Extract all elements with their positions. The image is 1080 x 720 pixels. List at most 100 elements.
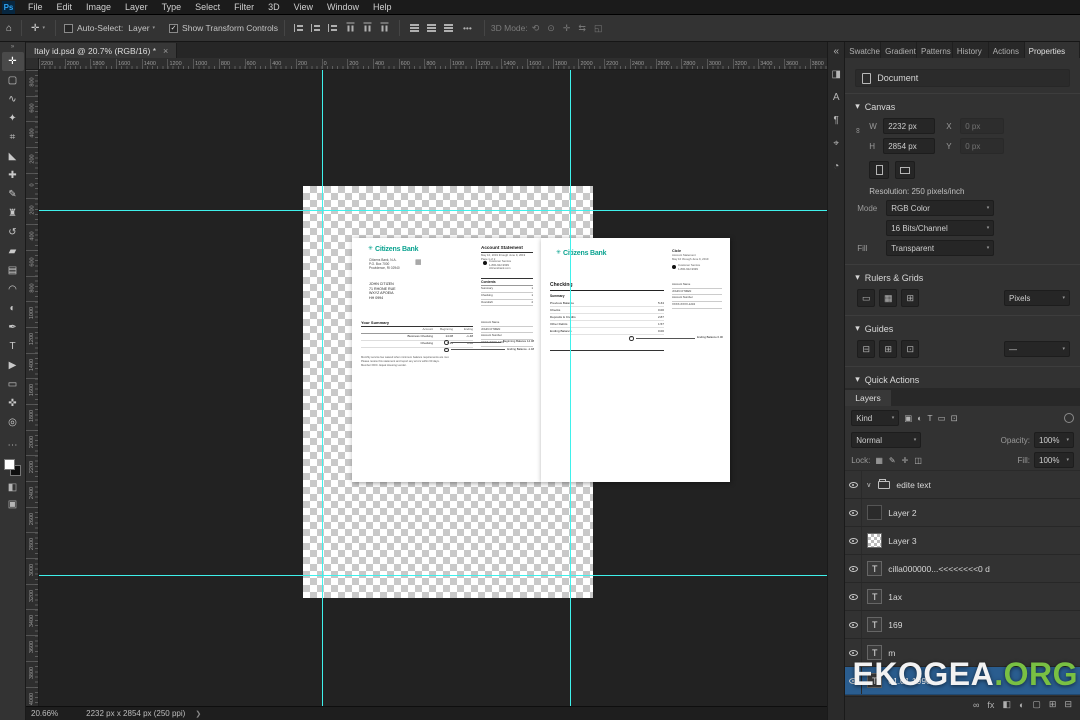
link-layers-icon[interactable]: ∞ (973, 700, 979, 710)
menu-item[interactable]: Filter (227, 0, 261, 15)
screen-mode-icon[interactable]: ▣ (8, 499, 17, 510)
rulers-toggle-icon[interactable]: ▭ (857, 289, 876, 307)
move-tool[interactable]: ✛ (1, 52, 24, 71)
3d-pan-icon[interactable]: ✛ (563, 23, 571, 34)
color-mode-dropdown[interactable]: RGB Color ▾ (886, 200, 995, 216)
layer-row[interactable]: ∨ T 169 (845, 611, 1080, 639)
guide-horizontal-2[interactable] (39, 575, 828, 576)
align-top-icon[interactable] (345, 23, 355, 34)
group-expand-icon[interactable]: ∨ (866, 481, 871, 489)
units-dropdown[interactable]: Pixels ▾ (1004, 290, 1070, 306)
canvas-fill-dropdown[interactable]: Transparent ▾ (886, 240, 995, 256)
width-field[interactable]: 2232 px (883, 118, 936, 134)
guides-section-header[interactable]: ▾ Guides (845, 315, 1080, 338)
hand-tool[interactable]: ✜ (2, 394, 24, 413)
paragraph-panel-icon[interactable]: ¶ (834, 115, 839, 127)
show-transform-checkbox[interactable] (169, 23, 179, 33)
layers-tab[interactable]: Layers (845, 390, 891, 406)
canvas-viewport[interactable]: 2200 2000 1800 1600 1400 1200 1000 800 600 400 200… (26, 58, 828, 706)
layer-row[interactable]: ∨ T 1ax (845, 583, 1080, 611)
canvas-section-header[interactable]: ▾ Canvas (845, 93, 1080, 116)
3d-roll-icon[interactable]: ⊙ (547, 23, 555, 34)
clone-source-panel-icon[interactable]: ⌖ (833, 138, 839, 150)
opacity-dropdown[interactable]: 100% ▾ (1034, 432, 1074, 448)
portrait-orientation-button[interactable] (869, 161, 890, 179)
distribute-horizontal-icon[interactable] (426, 23, 437, 33)
ruler-vertical[interactable]: 800 600 400 200 0 200 400 600 800 1000 1200 1400 160… (26, 70, 39, 706)
menu-item[interactable]: Help (366, 0, 399, 15)
brush-tool[interactable]: ✎ (2, 185, 24, 204)
color-swatches[interactable] (4, 459, 21, 476)
align-right-icon[interactable] (327, 23, 339, 33)
visibility-eye-icon[interactable] (845, 583, 863, 610)
3d-orbit-icon[interactable]: ⟲ (532, 23, 540, 34)
guide-layout-icon[interactable]: ⊞ (879, 340, 898, 358)
menu-item[interactable]: View (287, 0, 320, 15)
pen-tool[interactable]: ✒ (2, 318, 24, 337)
panel-tab[interactable]: Patterns (917, 42, 953, 58)
layer-effects-icon[interactable]: fx (987, 700, 994, 710)
character-panel-icon[interactable]: A (833, 92, 840, 104)
layer-name[interactable]: 169 (888, 620, 902, 630)
grid-toggle-icon[interactable]: ▦ (879, 289, 898, 307)
guide-vertical-1[interactable] (322, 70, 323, 706)
menu-item[interactable]: Edit (50, 0, 80, 15)
layer-thumbnail[interactable] (867, 533, 883, 548)
add-guides-icon[interactable]: ⊟ (857, 340, 876, 358)
layer-name[interactable]: edite text (896, 480, 931, 490)
filter-type-layers-icon[interactable]: T (926, 413, 933, 424)
zoom-level[interactable]: 20.66% (31, 709, 58, 718)
zoom-tool[interactable]: ◎ (2, 413, 24, 432)
lock-position-icon[interactable]: ✛ (901, 456, 910, 465)
visibility-eye-icon[interactable] (845, 499, 863, 526)
marquee-tool[interactable]: ▢ (2, 71, 24, 90)
type-tool[interactable]: T (2, 337, 24, 356)
auto-select-target-dropdown[interactable]: Layer (128, 23, 149, 33)
status-options-icon[interactable]: ❯ (195, 710, 201, 718)
lasso-tool[interactable]: ∿ (2, 90, 24, 109)
foreground-color-swatch[interactable] (4, 459, 15, 470)
filter-smart-objects-icon[interactable]: ⊡ (950, 413, 959, 424)
path-select-tool[interactable]: ▶ (2, 356, 24, 375)
visibility-eye-icon[interactable] (845, 555, 863, 582)
layer-thumbnail[interactable] (867, 505, 883, 520)
panel-tab[interactable]: History (953, 42, 989, 58)
menu-item[interactable]: Layer (118, 0, 155, 15)
filter-pixel-layers-icon[interactable]: ▣ (903, 413, 913, 424)
layer-name[interactable]: cilla000000...<<<<<<<<0 d (888, 564, 990, 574)
panel-tab[interactable]: Swatches (845, 42, 882, 58)
filter-shape-layers-icon[interactable]: ▭ (937, 413, 947, 424)
delete-layer-icon[interactable]: ⊟ (1064, 699, 1072, 710)
magic-wand-tool[interactable]: ✦ (2, 109, 24, 128)
menu-item[interactable]: File (21, 0, 50, 15)
menu-item[interactable]: Type (155, 0, 189, 15)
blur-tool[interactable]: ◠ (2, 280, 24, 299)
layer-mask-icon[interactable]: ◧ (1002, 699, 1011, 710)
landscape-orientation-button[interactable] (895, 161, 916, 179)
align-left-icon[interactable] (293, 23, 305, 33)
layer-name[interactable]: Layer 2 (888, 508, 916, 518)
layer-row[interactable]: ∨ T cilla000000...<<<<<<<<0 d (845, 555, 1080, 583)
align-bottom-icon[interactable] (379, 23, 389, 34)
collapse-panels-icon[interactable]: « (833, 46, 839, 58)
filter-adjustment-layers-icon[interactable]: ◐ (916, 413, 923, 424)
panel-tab[interactable]: Properties (1024, 42, 1080, 58)
timeline-panel-icon[interactable]: ◔ (833, 161, 839, 173)
menu-item[interactable]: 3D (261, 0, 287, 15)
menu-item[interactable]: Image (79, 0, 118, 15)
layer-row[interactable]: ∨ T Layer 3 (845, 527, 1080, 555)
dodge-tool[interactable]: ◐ (2, 299, 24, 318)
visibility-eye-icon[interactable] (845, 527, 863, 554)
guide-vertical-2[interactable] (570, 70, 571, 706)
home-icon[interactable]: ⌂ (6, 23, 12, 34)
visibility-eye-icon[interactable] (845, 471, 863, 498)
panel-tab[interactable]: Gradients (881, 42, 917, 58)
guide-horizontal-1[interactable] (39, 210, 828, 211)
clone-stamp-tool[interactable]: ♜ (2, 204, 24, 223)
3d-slide-icon[interactable]: ⇆ (578, 23, 586, 34)
layer-name[interactable]: 1ax (888, 592, 902, 602)
auto-select-checkbox[interactable] (63, 23, 73, 33)
clear-guides-icon[interactable]: ⊡ (901, 340, 920, 358)
guide-style-dropdown[interactable]: — ▾ (1004, 341, 1070, 357)
fill-dropdown[interactable]: 100% ▾ (1034, 452, 1074, 468)
